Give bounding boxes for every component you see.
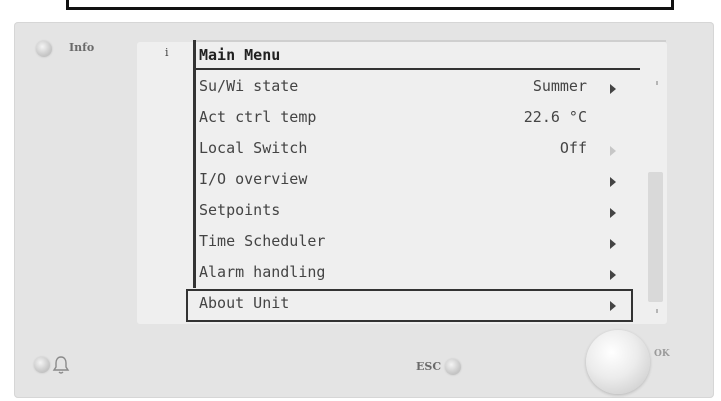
ok-knob[interactable] [586,330,650,394]
esc-button-label[interactable]: ESC [416,360,441,373]
menu-item-io-overview[interactable]: I/O overview [199,165,629,195]
ok-label: OK [654,349,670,359]
menu-item-value: 22.6 °C [523,108,587,126]
menu-item-label: Setpoints [199,201,281,219]
scrollbar-thumb[interactable] [648,172,663,302]
scroll-down-marker [656,309,658,313]
triangle-right-icon [610,239,616,249]
top-frame [66,0,674,10]
info-led [36,41,52,57]
menu-item-su-wi-state[interactable]: Su/Wi state Summer [199,72,629,102]
menu-item-label: Alarm handling [199,263,326,281]
menu-item-label: Time Scheduler [199,232,326,250]
lcd-top-border [196,40,666,42]
menu-item-value: Off [559,139,587,157]
menu-item-local-switch[interactable]: Local Switch Off [199,134,629,164]
esc-led [445,359,461,375]
menu-item-time-scheduler[interactable]: Time Scheduler [199,227,629,257]
triangle-right-icon [610,84,616,94]
bell-icon[interactable] [52,355,70,375]
menu-item-value: Summer [532,77,587,95]
menu-item-label: Act ctrl temp [199,108,317,126]
triangle-right-icon [610,270,616,280]
menu-left-rule [193,40,196,288]
menu-item-act-ctrl-temp[interactable]: Act ctrl temp 22.6 °C [199,103,629,133]
menu-item-label: Local Switch [199,139,308,157]
info-button-label[interactable]: Info [69,41,94,54]
triangle-right-icon [610,177,616,187]
menu-item-alarm-handling[interactable]: Alarm handling [199,258,629,288]
screen-index: i [165,46,169,59]
menu-item-label: I/O overview [199,170,308,188]
scroll-up-marker [656,81,658,85]
screen-title: Main Menu [199,46,281,64]
triangle-right-icon [610,208,616,218]
menu-item-setpoints[interactable]: Setpoints [199,196,629,226]
menu-item-label: Su/Wi state [199,77,299,95]
triangle-right-icon [610,146,616,156]
alarm-led [34,357,50,373]
title-underline [193,68,640,70]
selection-highlight [186,289,633,322]
